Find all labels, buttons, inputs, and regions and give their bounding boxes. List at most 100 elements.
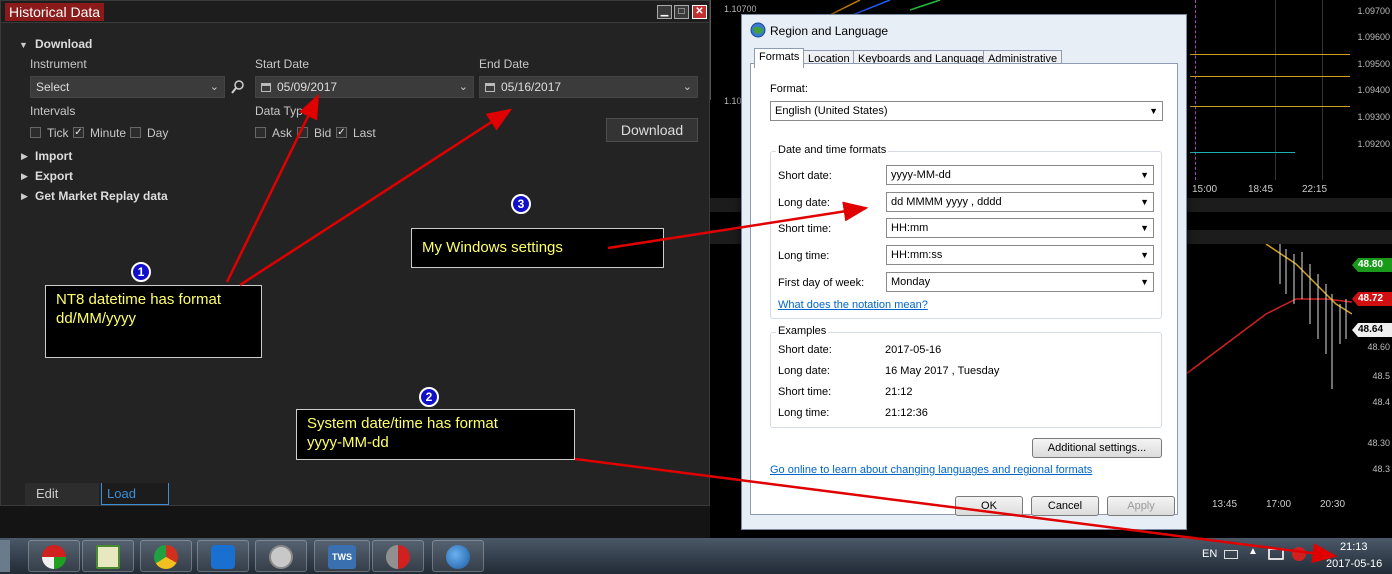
additional-settings-button[interactable]: Additional settings... <box>1032 438 1162 458</box>
bid-label: Bid <box>314 126 332 140</box>
session-break-line <box>1195 0 1196 180</box>
dropdown-arrow-icon: ▼ <box>1149 106 1158 116</box>
maximize-button[interactable]: □ <box>674 5 689 19</box>
expand-triangle-icon[interactable]: ▶ <box>21 191 28 202</box>
online-help-link[interactable]: Go online to learn about changing langua… <box>770 464 1092 476</box>
taskbar-app-tradestation[interactable] <box>372 540 424 572</box>
price-label: 1.09200 <box>1357 139 1390 149</box>
short-time-select[interactable]: HH:mm ▼ <box>886 218 1154 238</box>
download-section-header[interactable]: Download <box>35 37 92 51</box>
note-windows-settings: My Windows settings <box>411 228 664 268</box>
import-section-header[interactable]: Import <box>35 149 72 163</box>
day-checkbox[interactable] <box>130 127 141 138</box>
language-indicator[interactable]: EN <box>1202 548 1217 560</box>
tab-load[interactable]: Load <box>101 483 169 505</box>
grid-line <box>1322 0 1323 180</box>
example-long-date: 16 May 2017 , Tuesday <box>885 365 1000 377</box>
region-language-dialog: Region and Language Formats Location Key… <box>741 14 1187 530</box>
data-type-label: Data Type <box>255 104 310 118</box>
dialog-title-bar[interactable]: Region and Language <box>742 15 1186 45</box>
note-line: System date/time has format <box>307 415 498 432</box>
short-date-label: Short date: <box>778 170 832 182</box>
price-label: 1.09400 <box>1357 85 1390 95</box>
step-badge-2: 2 <box>419 387 439 407</box>
time-label: 13:45 <box>1212 499 1238 510</box>
tab-formats[interactable]: Formats <box>754 48 805 68</box>
start-button-edge[interactable] <box>0 540 10 572</box>
bid-checkbox[interactable] <box>297 127 308 138</box>
taskbar-app-teamviewer[interactable] <box>197 540 249 572</box>
grid-line <box>1275 0 1276 180</box>
clock-time[interactable]: 21:13 <box>1340 541 1368 553</box>
taskbar-app-ninjatrader8[interactable] <box>255 540 307 572</box>
ask-label: Ask <box>272 126 293 140</box>
dropdown-arrow-icon: ▼ <box>1140 170 1149 180</box>
volume-muted-icon[interactable] <box>1292 547 1306 561</box>
price-label: 1.09600 <box>1357 32 1390 42</box>
export-section-header[interactable]: Export <box>35 169 73 183</box>
collapse-triangle-icon[interactable]: ▼ <box>19 40 28 50</box>
taskbar-app-control-panel[interactable] <box>432 540 484 572</box>
long-time-select[interactable]: HH:mm:ss ▼ <box>886 245 1154 265</box>
instrument-select[interactable]: Select ⌄ <box>30 76 225 98</box>
tick-checkbox[interactable] <box>30 127 41 138</box>
start-date-value: 05/09/2017 <box>277 80 338 94</box>
taskbar-app-tws[interactable]: TWS <box>314 540 370 572</box>
first-day-label: First day of week: <box>778 277 865 289</box>
taskbar-app-chrome[interactable] <box>140 540 192 572</box>
ok-button[interactable]: OK <box>955 496 1023 516</box>
dropdown-arrow-icon: ▼ <box>1140 250 1149 260</box>
notation-link[interactable]: What does the notation mean? <box>778 299 928 311</box>
dropdown-arrow-icon: ▼ <box>1140 277 1149 287</box>
tab-edit[interactable]: Edit <box>25 483 99 505</box>
example-long-time-label: Long time: <box>778 407 830 419</box>
minimize-button[interactable]: ▁ <box>657 5 672 19</box>
end-date-picker[interactable]: 05/16/2017 ⌄ <box>479 76 698 98</box>
last-checkbox[interactable]: ✓ <box>336 127 347 138</box>
short-time-value: HH:mm <box>891 222 929 234</box>
level-line <box>1190 76 1350 77</box>
market-replay-section-header[interactable]: Get Market Replay data <box>35 189 168 203</box>
format-value: English (United States) <box>775 105 888 117</box>
example-short-date: 2017-05-16 <box>885 344 942 356</box>
example-long-date-label: Long date: <box>778 365 830 377</box>
note-line: dd/MM/yyyy <box>56 310 137 327</box>
keyboard-icon[interactable] <box>1224 550 1238 559</box>
note-line: yyyy-MM-dd <box>307 434 389 451</box>
taskbar-app-ninjatrader[interactable] <box>28 540 80 572</box>
long-date-select[interactable]: dd MMMM yyyy , dddd ▼ <box>886 192 1154 212</box>
long-date-value: dd MMMM yyyy , dddd <box>891 196 1002 208</box>
clock-date[interactable]: 2017-05-16 <box>1326 558 1382 570</box>
network-icon[interactable] <box>1268 548 1284 560</box>
search-icon[interactable] <box>231 80 245 94</box>
level-line <box>1190 106 1350 107</box>
dialog-title: Region and Language <box>770 24 889 38</box>
format-select[interactable]: English (United States) ▼ <box>770 101 1163 121</box>
expand-triangle-icon[interactable]: ▶ <box>21 151 28 162</box>
title-bar[interactable]: Historical Data ▁ □ ✕ <box>1 1 709 23</box>
first-day-select[interactable]: Monday ▼ <box>886 272 1154 292</box>
price-label: 48.30 <box>1367 438 1390 448</box>
level-line <box>1190 54 1350 55</box>
ask-checkbox[interactable] <box>255 127 266 138</box>
minute-checkbox[interactable]: ✓ <box>73 127 84 138</box>
price-label: 48.3 <box>1372 464 1390 474</box>
download-button[interactable]: Download <box>606 118 698 142</box>
chevron-down-icon: ⌄ <box>209 81 219 93</box>
day-label: Day <box>147 126 169 140</box>
example-short-date-label: Short date: <box>778 344 832 356</box>
long-time-value: HH:mm:ss <box>891 249 943 261</box>
chevron-down-icon: ⌄ <box>458 81 468 93</box>
expand-triangle-icon[interactable]: ▶ <box>21 171 28 182</box>
show-hidden-icons-icon[interactable]: ▲ <box>1248 546 1258 557</box>
cancel-button[interactable]: Cancel <box>1031 496 1099 516</box>
price-label: 48.5 <box>1372 371 1390 381</box>
taskbar-app-notepad[interactable] <box>82 540 134 572</box>
apply-button[interactable]: Apply <box>1107 496 1175 516</box>
window-title: Historical Data <box>5 3 105 21</box>
calendar-icon <box>485 83 495 92</box>
first-day-value: Monday <box>891 276 931 288</box>
start-date-picker[interactable]: 05/09/2017 ⌄ <box>255 76 474 98</box>
short-date-select[interactable]: yyyy-MM-dd ▼ <box>886 165 1154 185</box>
close-button[interactable]: ✕ <box>692 5 707 19</box>
